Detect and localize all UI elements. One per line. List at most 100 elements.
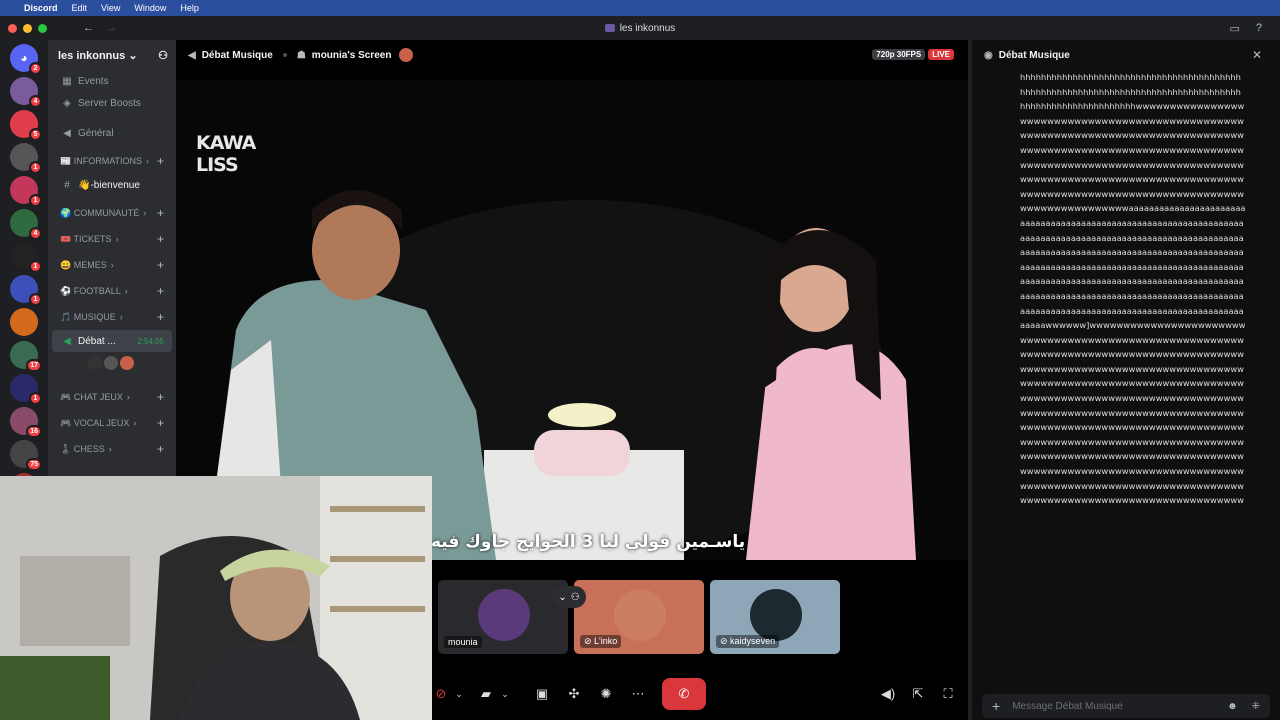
chat-message: hhhhhhhhhhhhhhhhhhhhhhhhhhhhhhhhhhhhhhhh… [1020,72,1246,506]
category-label: 🌍 COMMUNAUTÉ [60,207,140,218]
add-channel-icon[interactable]: + [157,154,164,168]
participant-tile[interactable]: mounia [438,580,568,654]
camera-off-icon[interactable]: ▰ [476,678,496,710]
window-controls [8,23,47,33]
minimize-window-button[interactable] [23,23,32,33]
category-vocal-jeux[interactable]: 🎮 VOCAL JEUX › + [48,410,176,436]
category-label: 🎵 MUSIQUE [60,311,116,322]
notification-badge: 1 [29,161,42,174]
collapse-participants-button[interactable]: ⌄ ⚇ [552,586,586,608]
add-channel-icon[interactable]: + [157,206,164,220]
mic-options-chevron-icon[interactable]: ⌄ [452,678,466,710]
server-icon[interactable]: 1 [10,176,42,207]
category-tickets[interactable]: 🎟️ TICKETS › + [48,226,176,252]
disconnect-button[interactable]: ✆ [662,678,706,710]
speaker-icon: ◀ [63,127,71,139]
participant-tile[interactable]: ⊘ L'inko [574,580,704,654]
speaker-icon: ◀ [63,335,71,347]
speaker-icon: ◀ [188,49,196,61]
forward-arrow-icon[interactable]: → [106,22,117,34]
server-icon[interactable]: 5 [10,110,42,141]
sidebar-item-boosts[interactable]: ◈ Server Boosts [48,92,176,114]
channel-general[interactable]: ◀ Général [48,122,176,144]
server-icon[interactable]: 75 [10,440,42,471]
inbox-icon[interactable]: ▭ [1229,22,1239,35]
category-informations[interactable]: 📰 INFORMATIONS › + [48,148,176,174]
category-label: 🎮 CHAT JEUX [60,391,123,402]
server-icon[interactable]: 16 [10,407,42,438]
participant-name: ⊘ L'inko [580,635,622,648]
category-chess[interactable]: ♟️ CHESS › + [48,436,176,462]
server-icon[interactable] [10,308,38,336]
add-channel-icon[interactable]: + [157,258,164,272]
more-options-icon[interactable]: ⋯ [628,678,648,710]
server-header[interactable]: les inkonnus ⌄ ⚇ [48,40,176,70]
server-icon[interactable]: 1 [10,242,42,273]
message-input[interactable]: + Message Débat Musique ☻ ⁜ [982,694,1270,718]
server-icon[interactable]: 4 [10,209,42,240]
discord-home-icon[interactable]: ◕ 2 [10,44,42,75]
add-channel-icon[interactable]: + [157,284,164,298]
add-channel-icon[interactable]: + [157,442,164,456]
viewer-avatar[interactable] [399,48,414,62]
add-channel-icon[interactable]: + [157,390,164,404]
add-channel-icon[interactable]: + [157,232,164,246]
activities-icon[interactable]: ✣ [564,678,584,710]
participant-avatar[interactable] [88,356,102,370]
camera-options-chevron-icon[interactable]: ⌄ [498,678,512,710]
hash-icon: # [64,179,70,191]
close-icon[interactable]: ✕ [1252,48,1262,62]
channel-debat-musique[interactable]: ◀ Débat ... 2:54:05 [52,330,172,352]
chevron-right-icon: › [108,444,112,454]
notification-badge: 2 [29,62,42,75]
chevron-right-icon: › [119,312,123,322]
menu-help[interactable]: Help [180,3,199,13]
volume-icon[interactable]: ◀) [878,678,898,710]
help-icon[interactable]: ? [1256,22,1262,35]
muted-mic-icon: ⊘ [584,636,595,646]
back-arrow-icon[interactable]: ← [83,22,94,34]
screen-share-icon: ☗ [296,49,306,61]
server-icon[interactable]: 17 [10,341,42,372]
soundboard-icon[interactable]: ✺ [596,678,616,710]
avatar [750,589,802,641]
avatar [614,589,666,641]
menu-app-name[interactable]: Discord [24,3,58,13]
apps-icon[interactable]: ⁜ [1252,701,1260,712]
server-icon[interactable]: 1 [10,374,42,405]
server-icon[interactable]: 1 [10,143,42,174]
channel-bienvenue[interactable]: # 👋-bienvenue [48,174,176,196]
popout-icon[interactable]: ⇱ [908,678,928,710]
stream-header: ◀ Débat Musique ☗ mounia's Screen [176,40,968,70]
participant-tile[interactable]: ⊘ kaidyseven [710,580,840,654]
channel-label: Général [78,127,114,139]
participant-avatar[interactable] [120,356,134,370]
category-football[interactable]: ⚽ FOOTBALL › + [48,278,176,304]
streamer-webcam-overlay [0,476,432,720]
chevron-right-icon: › [110,260,114,270]
message-placeholder: Message Débat Musique [1012,700,1123,712]
server-icon[interactable]: 1 [10,275,42,306]
share-screen-icon[interactable]: ▣ [532,678,552,710]
category-communaute[interactable]: 🌍 COMMUNAUTÉ › + [48,200,176,226]
brand-logo: KAWA LISS [196,132,256,176]
category-chat-jeux[interactable]: 🎮 CHAT JEUX › + [48,384,176,410]
mute-mic-icon[interactable]: ⊘ [432,678,450,710]
participant-avatar[interactable] [104,356,118,370]
menu-view[interactable]: View [101,3,120,13]
menu-edit[interactable]: Edit [72,3,88,13]
emoji-icon[interactable]: ☻ [1227,701,1238,712]
category-memes[interactable]: 😄 MEMES › + [48,252,176,278]
add-friend-icon[interactable]: ⚇ [158,49,168,62]
category-musique[interactable]: 🎵 MUSIQUE › + [48,304,176,330]
add-channel-icon[interactable]: + [157,310,164,324]
menu-window[interactable]: Window [134,3,166,13]
fullscreen-icon[interactable]: ⛶ [938,678,958,710]
add-channel-icon[interactable]: + [157,416,164,430]
zoom-window-button[interactable] [38,23,47,33]
sidebar-item-events[interactable]: ▦ Events [48,70,176,92]
add-attachment-icon[interactable]: + [992,698,1000,714]
title-bar: ← → les inkonnus ▭ ? [0,16,1280,40]
server-icon[interactable]: 4 [10,77,42,108]
close-window-button[interactable] [8,23,17,33]
